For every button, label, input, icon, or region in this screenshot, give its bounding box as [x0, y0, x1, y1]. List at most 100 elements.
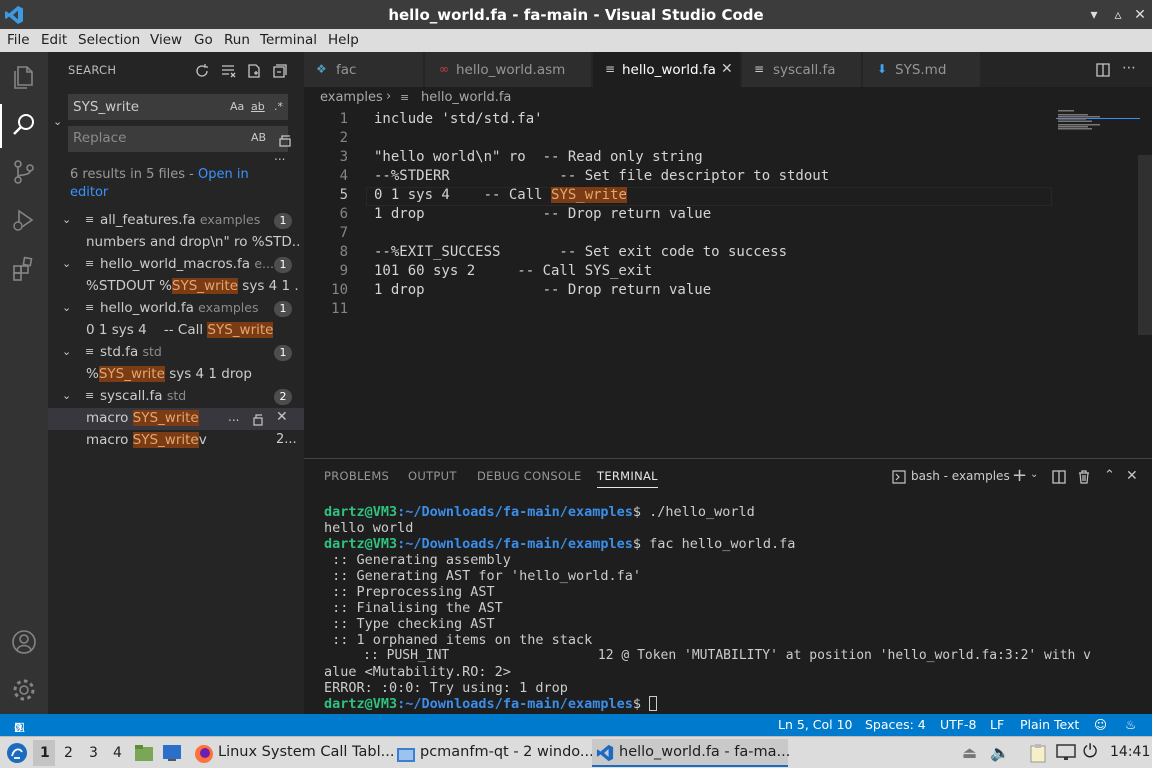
menu-file[interactable]: File	[7, 32, 30, 48]
more-actions-icon[interactable]: ...	[228, 410, 239, 424]
workspace-1[interactable]: 1	[40, 745, 50, 761]
chevron-down-icon[interactable]: ⌄	[1030, 469, 1038, 480]
terminal-icon	[892, 470, 906, 484]
file-manager-icon[interactable]	[134, 744, 154, 762]
tab-problems[interactable]: PROBLEMS	[324, 469, 389, 483]
network-icon[interactable]	[1056, 744, 1076, 762]
code-editor[interactable]: 1 2 3 4 5 6 7 8 9 10 11 include 'std/std…	[304, 109, 1152, 458]
result-match-row[interactable]: numbers and drop\n" ro %STD...	[48, 232, 304, 254]
tab-debug-console[interactable]: DEBUG CONSOLE	[477, 469, 582, 483]
breadcrumb-file[interactable]: hello_world.fa	[421, 90, 511, 105]
feedback-icon[interactable]: ☺	[1094, 717, 1107, 732]
result-file-dir: examples	[199, 212, 261, 227]
cursor-position[interactable]: Ln 5, Col 10	[778, 717, 853, 732]
taskbar-window-firefox[interactable]: Linux System Call Tabl...	[190, 739, 394, 767]
result-match-row[interactable]: macro SYS_writev 2...	[48, 430, 304, 452]
end-of-line[interactable]: LF	[990, 717, 1004, 732]
encoding[interactable]: UTF-8	[940, 717, 976, 732]
tab-output[interactable]: OUTPUT	[408, 469, 457, 483]
result-match-row[interactable]: %SYS_write sys 4 1 drop	[48, 364, 304, 386]
result-match-row[interactable]: %STDOUT %SYS_write sys 4 1 ...	[48, 276, 304, 298]
result-match-row-selected[interactable]: macro SYS_write ... ✕	[48, 408, 304, 430]
result-file-row[interactable]: ⌄ ≡ syscall.fa std 2	[48, 386, 304, 408]
close-panel-icon[interactable]: ✕	[1126, 468, 1138, 484]
desktop-icon[interactable]	[162, 744, 182, 762]
result-file-row[interactable]: ⌄ ≡ all_features.fa examples 1	[48, 210, 304, 232]
language-mode[interactable]: Plain Text	[1020, 717, 1079, 732]
result-file-row[interactable]: ⌄ ≡ hello_world_macros.fa e... 1	[48, 254, 304, 276]
minimap[interactable]	[1056, 109, 1140, 149]
indentation[interactable]: Spaces: 4	[865, 717, 926, 732]
new-search-editor-icon[interactable]	[246, 63, 262, 79]
minimize-icon[interactable]: ▾	[1084, 5, 1104, 25]
terminal-selector[interactable]: bash - examples	[890, 467, 1024, 487]
menu-help[interactable]: Help	[328, 32, 359, 48]
replace-all-icon[interactable]	[277, 132, 293, 148]
menu-selection[interactable]: Selection	[78, 32, 140, 48]
extensions-icon[interactable]	[10, 255, 38, 283]
file-icon: ≡	[754, 62, 765, 76]
volume-icon[interactable]: 🔈	[990, 743, 1010, 762]
explorer-icon[interactable]	[10, 62, 38, 90]
tab-hello-world-fa[interactable]: ≡ hello_world.fa ✕	[593, 52, 741, 87]
clear-results-icon[interactable]	[220, 63, 236, 79]
collapse-all-icon[interactable]	[272, 63, 288, 79]
taskbar-window-label: pcmanfm-qt - 2 windo...	[420, 744, 594, 760]
close-window-icon[interactable]: ✕	[1130, 5, 1150, 25]
match-word-toggle[interactable]: ab	[251, 100, 265, 113]
workspace-2[interactable]: 2	[64, 745, 73, 761]
power-icon[interactable]: ⏻	[1083, 741, 1097, 762]
maximize-icon[interactable]: ▵	[1108, 5, 1128, 25]
menu-edit[interactable]: Edit	[41, 32, 67, 48]
eject-icon[interactable]: ⏏	[962, 743, 977, 762]
toggle-replace-icon[interactable]: ⌄	[53, 115, 62, 128]
run-debug-icon[interactable]	[10, 206, 38, 234]
dismiss-match-icon[interactable]: ✕	[276, 409, 288, 425]
maximize-panel-icon[interactable]: ⌃	[1104, 468, 1115, 483]
result-file-row[interactable]: ⌄ ≡ std.fa std 1	[48, 342, 304, 364]
workspace-4[interactable]: 4	[113, 745, 122, 761]
result-match-row[interactable]: 0 1 sys 4 -- Call SYS_write	[48, 320, 304, 342]
code-text: 0 1 sys 4 -- Call	[374, 187, 552, 203]
result-file-row[interactable]: ⌄ ≡ hello_world.fa examples 1	[48, 298, 304, 320]
editor-scrollbar[interactable]	[1138, 155, 1152, 335]
menu-terminal[interactable]: Terminal	[260, 32, 317, 48]
accounts-icon[interactable]	[10, 628, 38, 656]
menu-view[interactable]: View	[150, 32, 182, 48]
notifications-bell-icon[interactable]: ♨	[1125, 717, 1136, 732]
start-menu-icon[interactable]	[6, 742, 28, 764]
replace-match-icon[interactable]	[252, 412, 264, 426]
settings-gear-icon[interactable]	[10, 676, 38, 704]
split-editor-icon[interactable]	[1096, 63, 1110, 77]
search-input[interactable]: SYS_write Aa ab .*	[68, 94, 288, 120]
workspace-3[interactable]: 3	[89, 745, 98, 761]
vscode-icon	[596, 744, 614, 762]
tab-fac[interactable]: ❖ fac	[304, 52, 424, 87]
more-actions-icon[interactable]: ⋯	[1122, 60, 1136, 76]
refresh-icon[interactable]	[194, 63, 210, 79]
tab-hello-world-asm[interactable]: ∞ hello_world.asm	[425, 52, 592, 87]
replace-input[interactable]: Replace AB	[68, 126, 288, 152]
terminal-line: alue <Mutability.RO: 2>	[324, 664, 511, 680]
breadcrumb-folder[interactable]: examples	[320, 90, 383, 105]
file-icon: ≡	[400, 91, 410, 104]
taskbar-window-pcmanfm[interactable]: pcmanfm-qt - 2 windo...	[392, 739, 594, 767]
search-icon[interactable]	[10, 111, 38, 139]
menu-go[interactable]: Go	[194, 32, 213, 48]
source-control-icon[interactable]	[10, 158, 38, 186]
clipboard-icon[interactable]	[1028, 743, 1048, 763]
terminal-output[interactable]: dartz@VM3:~/Downloads/fa-main/examples$ …	[304, 504, 1152, 714]
menu-run[interactable]: Run	[224, 32, 250, 48]
tab-terminal[interactable]: TERMINAL	[597, 469, 658, 488]
new-terminal-icon[interactable]: +	[1012, 465, 1027, 486]
match-case-toggle[interactable]: Aa	[230, 100, 244, 113]
preserve-case-toggle[interactable]: AB	[251, 131, 266, 144]
toggle-search-details-icon[interactable]: ...	[274, 149, 285, 163]
taskbar-window-vscode-active[interactable]: hello_world.fa - fa-ma...	[592, 739, 790, 767]
tab-syscall-fa[interactable]: ≡ syscall.fa	[742, 52, 862, 87]
close-tab-icon[interactable]: ✕	[721, 61, 733, 77]
tab-sys-md[interactable]: ⬇ SYS.md	[863, 52, 981, 87]
split-terminal-icon[interactable]	[1052, 470, 1066, 484]
kill-terminal-trash-icon[interactable]	[1077, 470, 1091, 484]
regex-toggle[interactable]: .*	[274, 100, 283, 113]
